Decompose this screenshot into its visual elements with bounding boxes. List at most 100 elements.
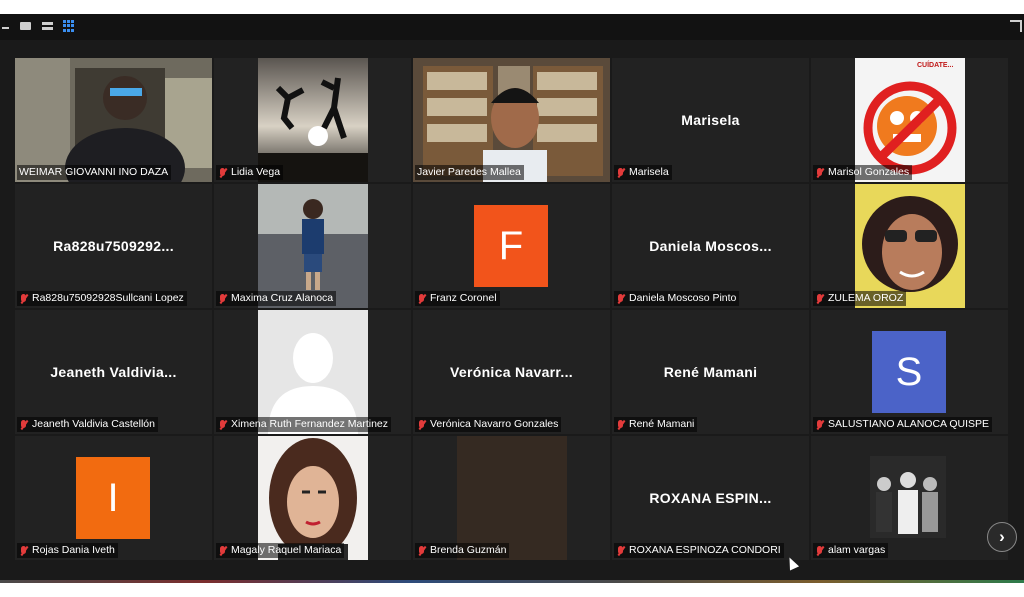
participant-name-label: Ra828u75092928Sullcani Lopez — [17, 291, 187, 306]
avatar-initial: F — [474, 205, 548, 287]
participant-name-label: Magaly Raquel Mariaca — [216, 543, 345, 558]
participant-tile[interactable]: CUÍDATE... Marisol Gonzales — [811, 58, 1008, 182]
participant-name: Verónica Navarro Gonzales — [430, 418, 559, 430]
chevron-right-icon: › — [999, 527, 1005, 546]
list-view-icon[interactable] — [42, 20, 55, 32]
participant-tile[interactable]: ROXANA ESPIN... ROXANA ESPINOZA CONDORI — [612, 436, 809, 560]
participant-name: alam vargas — [828, 544, 886, 556]
muted-mic-icon — [19, 419, 29, 431]
video-feed: CUÍDATE... — [855, 58, 965, 182]
participant-tile[interactable]: S SALUSTIANO ALANOCA QUISPE — [811, 310, 1008, 434]
video-feed — [870, 456, 946, 538]
participant-name-label: alam vargas — [813, 543, 889, 558]
muted-mic-icon — [218, 545, 228, 557]
muted-mic-icon — [218, 167, 228, 179]
top-toolbar — [0, 14, 1024, 40]
participant-name-label: ZULEMA OROZ — [813, 291, 907, 306]
video-feed — [258, 58, 368, 182]
avatar-initial: I — [76, 457, 150, 539]
participant-tile[interactable]: WEIMAR GIOVANNI INO DAZA — [15, 58, 212, 182]
participant-name-label: WEIMAR GIOVANNI INO DAZA — [17, 165, 172, 180]
participant-tile[interactable]: I Rojas Dania Iveth — [15, 436, 212, 560]
participant-name-label: Verónica Navarro Gonzales — [415, 417, 562, 432]
participant-tile[interactable]: Verónica Navarr... Verónica Navarro Gonza… — [413, 310, 610, 434]
muted-mic-icon — [417, 419, 427, 431]
next-page-button[interactable]: › — [987, 522, 1017, 552]
participant-name-label: Maxima Cruz Alanoca — [216, 291, 337, 306]
participant-tile[interactable]: F Franz Coronel — [413, 184, 610, 308]
participant-display-name: Jeaneth Valdivia... — [50, 364, 177, 380]
muted-mic-icon — [815, 545, 825, 557]
taskbar-strip — [0, 580, 1024, 583]
participant-name-label: Jeaneth Valdivia Castellón — [17, 417, 158, 432]
video-feed — [457, 436, 567, 560]
participant-display-name: Verónica Navarr... — [450, 364, 573, 380]
gallery-view-icon[interactable] — [63, 20, 76, 32]
participant-name: Rojas Dania Iveth — [32, 544, 115, 556]
participant-display-name: Ra828u7509292... — [53, 238, 174, 254]
participant-tile[interactable]: Ra828u7509292... Ra828u75092928Sullcani L… — [15, 184, 212, 308]
participant-tile[interactable]: Brenda Guzmán — [413, 436, 610, 560]
muted-mic-icon — [815, 167, 825, 179]
participant-name: Lidia Vega — [231, 166, 281, 178]
avatar-initial: S — [872, 331, 946, 413]
participant-tile[interactable]: Maxima Cruz Alanoca — [214, 184, 411, 308]
video-feed — [15, 58, 212, 182]
participant-name-label: Marisol Gonzales — [813, 165, 913, 180]
muted-mic-icon — [815, 293, 825, 305]
participant-tile[interactable]: René Mamani René Mamani — [612, 310, 809, 434]
muted-mic-icon — [417, 545, 427, 557]
participant-name: SALUSTIANO ALANOCA QUISPE — [828, 418, 990, 430]
participant-tile[interactable]: alam vargas — [811, 436, 1008, 560]
fullscreen-icon[interactable] — [1010, 20, 1022, 32]
participant-name: Franz Coronel — [430, 292, 497, 304]
participant-tile[interactable]: Lidia Vega — [214, 58, 411, 182]
participant-name: Brenda Guzmán — [430, 544, 507, 556]
muted-mic-icon — [616, 293, 626, 305]
participant-name: Marisela — [629, 166, 669, 178]
participant-tile[interactable]: Magaly Raquel Mariaca — [214, 436, 411, 560]
photo-caption: CUÍDATE... — [917, 62, 954, 69]
participant-name: Ra828u75092928Sullcani Lopez — [32, 292, 184, 304]
muted-mic-icon — [218, 293, 228, 305]
participant-tile[interactable]: Daniela Moscos... Daniela Moscoso Pinto — [612, 184, 809, 308]
participant-name-label: Marisela — [614, 165, 672, 180]
participant-name-label: Rojas Dania Iveth — [17, 543, 118, 558]
participant-name: WEIMAR GIOVANNI INO DAZA — [19, 166, 169, 178]
participant-tile[interactable]: Javier Paredes Mallea — [413, 58, 610, 182]
participant-name: Marisol Gonzales — [828, 166, 910, 178]
participant-name: Ximena Ruth Fernandez Martinez — [231, 418, 388, 430]
participant-name: Maxima Cruz Alanoca — [231, 292, 334, 304]
participant-tile[interactable]: Marisela Marisela — [612, 58, 809, 182]
video-feed — [258, 310, 368, 434]
participant-name: Javier Paredes Mallea — [417, 166, 521, 178]
video-feed — [855, 184, 965, 308]
participant-name-label: René Mamani — [614, 417, 698, 432]
participant-name-label: SALUSTIANO ALANOCA QUISPE — [813, 417, 993, 432]
participant-name: ZULEMA OROZ — [828, 292, 904, 304]
participant-display-name: René Mamani — [663, 364, 758, 380]
muted-mic-icon — [218, 419, 228, 431]
speaker-view-icon[interactable] — [20, 20, 33, 32]
participant-display-name: Marisela — [681, 112, 740, 128]
participant-name-label: Daniela Moscoso Pinto — [614, 291, 740, 306]
muted-mic-icon — [19, 293, 29, 305]
muted-mic-icon — [417, 293, 427, 305]
muted-mic-icon — [616, 419, 626, 431]
participant-tile[interactable]: Jeaneth Valdivia... Jeaneth Valdivia Cast… — [15, 310, 212, 434]
participant-name-label: Javier Paredes Mallea — [415, 165, 524, 180]
minimize-icon[interactable] — [2, 27, 9, 29]
muted-mic-icon — [815, 419, 825, 431]
participant-tile[interactable]: Ximena Ruth Fernandez Martinez — [214, 310, 411, 434]
muted-mic-icon — [616, 545, 626, 557]
muted-mic-icon — [616, 167, 626, 179]
participant-tile[interactable]: ZULEMA OROZ — [811, 184, 1008, 308]
video-feed — [258, 436, 368, 560]
participant-display-name: ROXANA ESPIN... — [649, 490, 772, 506]
video-feed — [258, 184, 368, 308]
participant-name-label: Brenda Guzmán — [415, 543, 510, 558]
participant-name-label: Franz Coronel — [415, 291, 500, 306]
participant-name-label: Ximena Ruth Fernandez Martinez — [216, 417, 391, 432]
participant-name: ROXANA ESPINOZA CONDORI — [629, 544, 781, 556]
participant-display-name: Daniela Moscos... — [649, 238, 772, 254]
